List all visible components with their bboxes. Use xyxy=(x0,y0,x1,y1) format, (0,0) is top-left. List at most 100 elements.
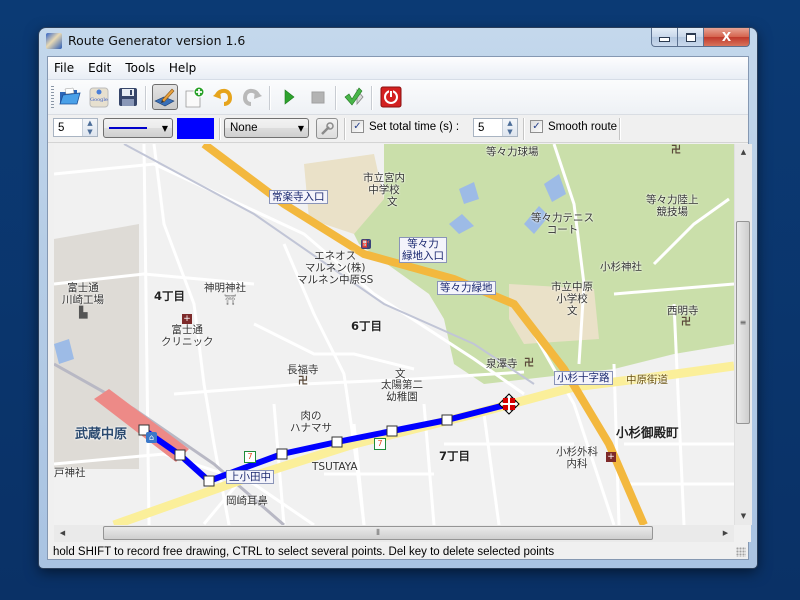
map-label: 太陽第二 幼稚園 xyxy=(381,379,423,403)
redo-button[interactable] xyxy=(239,84,265,110)
smooth-route-checkbox[interactable]: ✓ Smooth route xyxy=(530,120,617,133)
menu-file[interactable]: File xyxy=(48,61,81,75)
total-time-spinner[interactable]: 5 ▲ ▼ xyxy=(473,118,518,137)
temple-icon: 卍 xyxy=(681,317,691,328)
save-button[interactable] xyxy=(115,84,141,110)
route-point-handle[interactable] xyxy=(441,414,453,426)
spin-up-icon[interactable]: ▲ xyxy=(503,119,517,128)
app-icon xyxy=(46,33,62,49)
line-style-dropdown[interactable]: ▼ xyxy=(103,118,173,138)
scrollbar-corner xyxy=(734,525,751,542)
toolbar-separator xyxy=(523,118,525,140)
map-label: 中原街道 xyxy=(626,374,668,386)
marker-dropdown-value: None xyxy=(230,122,258,134)
scroll-down-icon[interactable]: ▼ xyxy=(735,508,752,525)
map-label: 小杉外科 内科 xyxy=(556,446,598,470)
marker-dropdown[interactable]: None ▼ xyxy=(224,118,309,138)
scroll-left-icon[interactable]: ◀ xyxy=(54,525,71,542)
map-label: 泉澤寺 xyxy=(486,358,518,370)
scroll-up-icon[interactable]: ▲ xyxy=(735,144,752,161)
toolbar-separator xyxy=(145,86,147,110)
school-icon: 文 xyxy=(395,368,406,380)
settings-button[interactable] xyxy=(316,118,338,139)
vertical-scroll-thumb[interactable]: ≡ xyxy=(736,221,750,424)
spin-up-icon[interactable]: ▲ xyxy=(83,119,97,128)
play-button[interactable] xyxy=(276,84,302,110)
map-label: 武蔵中原 xyxy=(75,427,128,442)
google-maps-button[interactable]: Google xyxy=(86,84,112,110)
toolbar-separator xyxy=(269,86,271,110)
chevron-down-icon: ▼ xyxy=(161,123,169,133)
redo-icon xyxy=(242,88,262,106)
resize-grip[interactable] xyxy=(736,547,746,557)
route-point-handle[interactable] xyxy=(331,436,343,448)
vertical-scrollbar[interactable]: ▲ ≡ ▼ xyxy=(734,144,752,525)
shrine-icon: ⛩ xyxy=(224,295,237,306)
toolbar-separator xyxy=(344,118,346,140)
line-color-swatch[interactable] xyxy=(177,118,214,139)
map-label: 長福寺 xyxy=(287,364,319,376)
menu-edit[interactable]: Edit xyxy=(81,61,118,75)
exit-button[interactable] xyxy=(378,84,404,110)
minimize-button[interactable] xyxy=(651,28,678,47)
map-label: 等々力緑地 xyxy=(437,281,496,295)
map-label: エネオス マルネン(株) マルネン中原SS xyxy=(297,250,374,286)
line-style-preview xyxy=(104,127,158,129)
spinner-arrows[interactable]: ▲ ▼ xyxy=(502,119,517,136)
convenience-store-icon: 7 xyxy=(374,438,386,450)
toolbar-separator xyxy=(619,118,621,140)
undo-button[interactable] xyxy=(210,84,236,110)
map-canvas[interactable]: 常楽寺入口 市立宮内 中学校 文 等々力球場 等々力 緑地入口 等々力テニス コ… xyxy=(54,144,734,525)
line-width-spinner[interactable]: 5 ▲ ▼ xyxy=(53,118,98,137)
map-label: 肉の ハナマサ xyxy=(290,410,332,434)
minimize-icon xyxy=(659,36,670,42)
school-icon: 文 xyxy=(567,305,578,317)
stop-button[interactable] xyxy=(305,84,331,110)
map-label: 小杉神社 xyxy=(600,261,642,273)
open-file-button[interactable] xyxy=(57,84,83,110)
map-label: 西明寺 xyxy=(667,305,699,317)
toolbar-separator xyxy=(335,86,337,110)
spin-down-icon[interactable]: ▼ xyxy=(83,128,97,137)
hospital-icon: + xyxy=(182,314,192,324)
toolbar-grip[interactable] xyxy=(51,86,54,108)
route-point-handle[interactable] xyxy=(203,475,215,487)
horizontal-scroll-thumb[interactable]: ⦀ xyxy=(103,526,653,540)
scroll-right-icon[interactable]: ▶ xyxy=(717,525,734,542)
checkmark-arrow-icon xyxy=(344,87,364,106)
gas-station-icon: ⛽ xyxy=(361,239,371,249)
map-label: 等々力球場 xyxy=(486,146,539,158)
validate-export-button[interactable] xyxy=(342,84,368,110)
selected-point-move-icon[interactable] xyxy=(498,393,520,415)
route-point-handle[interactable] xyxy=(276,448,288,460)
checkbox-checked-icon[interactable]: ✓ xyxy=(351,120,364,133)
menu-help[interactable]: Help xyxy=(162,61,203,75)
map-label: 小杉十字路 xyxy=(554,371,613,385)
route-point-handle[interactable] xyxy=(386,425,398,437)
spinner-arrows[interactable]: ▲ ▼ xyxy=(82,119,97,136)
stop-icon xyxy=(311,91,325,104)
convenience-store-icon: 7 xyxy=(244,451,256,463)
draw-route-button[interactable] xyxy=(152,84,178,110)
smooth-route-label: Smooth route xyxy=(548,120,618,133)
spin-down-icon[interactable]: ▼ xyxy=(503,128,517,137)
menu-tools[interactable]: Tools xyxy=(118,61,162,75)
google-maps-icon: Google xyxy=(89,87,109,108)
route-point-handle[interactable] xyxy=(174,449,186,461)
close-button[interactable]: X xyxy=(704,28,750,47)
temple-icon: 卍 xyxy=(298,376,308,387)
horizontal-scrollbar[interactable]: ◀ ⦀ ▶ xyxy=(54,525,734,542)
new-route-button[interactable] xyxy=(181,84,207,110)
temple-icon: 卍 xyxy=(671,145,681,156)
checkbox-checked-icon[interactable]: ✓ xyxy=(530,120,543,133)
wrench-icon xyxy=(321,121,334,135)
temple-icon: 卍 xyxy=(524,358,534,369)
set-total-time-checkbox[interactable]: ✓ Set total time (s) : xyxy=(351,120,459,133)
map-label: 戸神社 xyxy=(54,467,86,479)
maximize-button[interactable] xyxy=(678,28,704,47)
map-label: 等々力 緑地入口 xyxy=(399,237,447,263)
caption-buttons: X xyxy=(651,28,750,47)
title-bar[interactable]: Route Generator version 1.6 X xyxy=(39,28,757,54)
app-window: Route Generator version 1.6 X File Edit … xyxy=(39,28,757,568)
map-label: 富士通 川崎工場 xyxy=(62,282,104,306)
